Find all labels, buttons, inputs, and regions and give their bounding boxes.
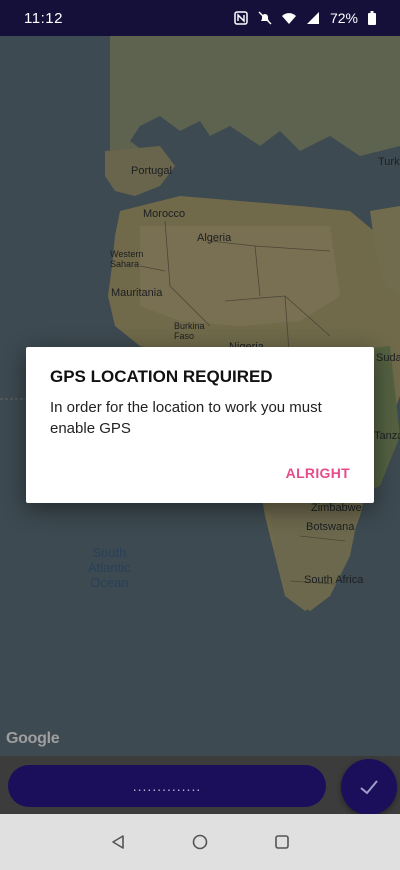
nav-back-button[interactable] [77, 814, 159, 870]
wifi-icon [281, 13, 296, 24]
check-icon [360, 780, 378, 795]
nav-home-button[interactable] [159, 814, 241, 870]
nav-recents-button[interactable] [241, 814, 323, 870]
home-icon [192, 834, 208, 850]
status-bar: 11:12 72% [0, 0, 400, 36]
battery-percent: 72% [329, 10, 358, 26]
dialog-message: In order for the location to work you mu… [50, 399, 322, 437]
back-icon [112, 835, 124, 849]
gps-required-dialog: GPS LOCATION REQUIRED In order for the l… [26, 347, 374, 503]
recents-icon [275, 835, 289, 849]
location-field-text: .............. [132, 778, 202, 794]
location-field-button[interactable]: .............. [8, 765, 326, 807]
status-time: 11:12 [24, 9, 63, 27]
confirm-fab[interactable] [341, 759, 397, 815]
battery-icon [368, 11, 376, 25]
signal-icon [306, 12, 319, 24]
mute-icon [258, 11, 272, 25]
system-nav-bar [0, 814, 400, 870]
dialog-title: GPS LOCATION REQUIRED [50, 367, 273, 386]
status-icons: 72% [234, 10, 376, 26]
alright-button[interactable]: ALRIGHT [286, 465, 350, 481]
nfc-icon [234, 11, 248, 25]
